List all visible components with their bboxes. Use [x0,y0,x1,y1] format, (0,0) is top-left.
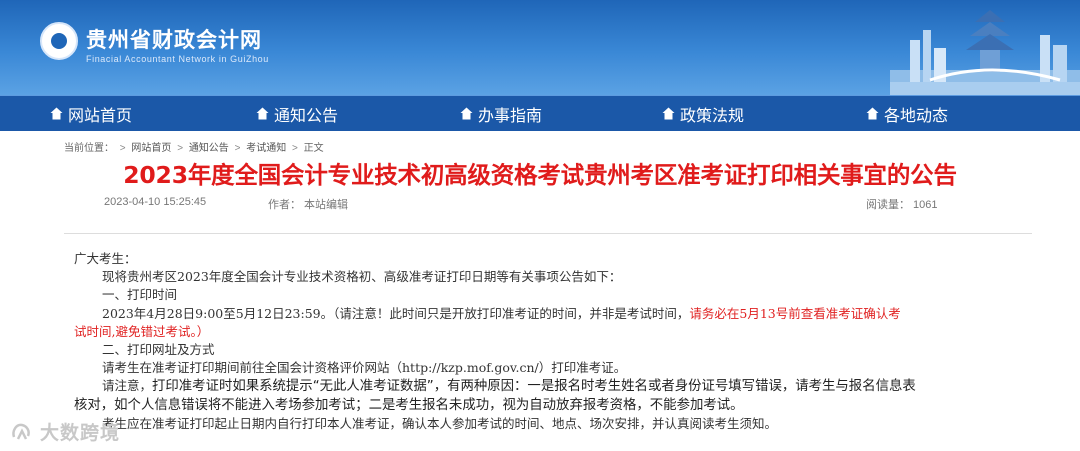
home-icon [50,107,63,120]
breadcrumb-prefix: 当前位置： [64,143,114,154]
nav-item-policies[interactable]: 政策法规 [662,96,744,131]
article-title: 2023年度全国会计专业技术初高级资格考试贵州考区准考证打印相关事宜的公告 [123,161,957,189]
nav-item-label: 各地动态 [884,105,949,125]
article-author: 作者： 本站编辑 [268,199,349,211]
site-logo[interactable] [40,22,78,60]
section1-heading: 一、打印时间 [102,287,178,303]
nav-item-label: 通知公告 [274,105,339,125]
skyline-illustration [890,10,1080,95]
watermark: 大数跨境 [10,418,120,445]
main-nav: 网站首页 通知公告 办事指南 政策法规 各地动态 [0,95,1080,131]
nav-item-local-news[interactable]: 各地动态 [866,96,948,131]
notice-line-2: 核对，如个人信息错误将不能进入考场参加考试；二是考生报名未成功，视为自动放弃报考… [74,397,744,413]
breadcrumb: 当前位置： > 网站首页 > 通知公告 > 考试通知 > 正文 [64,139,324,154]
notice-line-1: 打印准考证时如果系统提示“无此人准考证数据”，有两种原因：一是报名时考生姓名或者… [152,379,916,395]
article-date: 2023-04-10 15:25:45 [104,196,207,208]
notice-paragraph: 请注意，打印准考证时如果系统提示“无此人准考证数据”，有两种原因：一是报名时考生… [74,377,1024,396]
nav-item-label: 网站首页 [68,105,133,125]
notice-prefix: 请注意， [102,378,153,394]
section2-heading: 二、打印网址及方式 [102,342,215,358]
breadcrumb-separator: > [119,143,126,154]
nav-item-notices[interactable]: 通知公告 [256,96,338,131]
nav-item-guide[interactable]: 办事指南 [460,96,542,131]
home-icon [662,107,675,120]
divider [64,233,1032,234]
breadcrumb-exam-notices[interactable]: 考试通知 [246,143,286,154]
watermark-text: 大数跨境 [40,422,121,444]
nav-item-label: 政策法规 [680,105,745,125]
breadcrumb-notices[interactable]: 通知公告 [189,143,229,154]
final-paragraph: 考生应在准考证打印起止日期内自行打印本人准考证，确认本人参加考试的时间、地点、场… [102,415,778,431]
nav-item-label: 办事指南 [478,105,543,125]
home-icon [866,107,879,120]
article-view-count: 阅读量： 1061 [866,199,938,211]
breadcrumb-current: 正文 [303,143,324,154]
breadcrumb-separator: > [177,143,184,154]
watermark-logo-icon [12,423,30,440]
section1-highlight-continued: 试时间,避免错过考试。） [74,323,210,339]
article-body: 广大考生： 现将贵州考区2023年度全国会计专业技术资格初、高级准考证打印日期等… [74,250,1024,433]
section2-paragraph: 请考生在准考证打印期间前往全国会计资格评价网站（http://kzp.mof.g… [102,360,627,376]
site-header-banner: 贵州省财政会计网 Finacial Accountant Network in … [0,0,1080,95]
section1-highlight: 请务必在5月13号前查看准考证确认考 [689,305,901,321]
site-title[interactable]: 贵州省财政会计网 [86,24,262,54]
breadcrumb-separator: > [234,143,241,154]
home-icon [256,107,269,120]
salutation: 广大考生： [74,251,137,266]
home-icon [460,107,473,120]
intro-paragraph: 现将贵州考区2023年度全国会计专业技术资格初、高级准考证打印日期等有关事项公告… [102,269,622,285]
nav-item-home[interactable]: 网站首页 [50,96,132,131]
breadcrumb-home[interactable]: 网站首页 [131,143,171,154]
breadcrumb-separator: > [292,143,298,154]
section1-text: 2023年4月28日9:00至5月12日23:59。（请注意！此时间只是开放打印… [102,305,690,321]
site-subtitle: Finacial Accountant Network in GuiZhou [86,54,269,64]
section1-paragraph: 2023年4月28日9:00至5月12日23:59。（请注意！此时间只是开放打印… [74,305,1024,323]
